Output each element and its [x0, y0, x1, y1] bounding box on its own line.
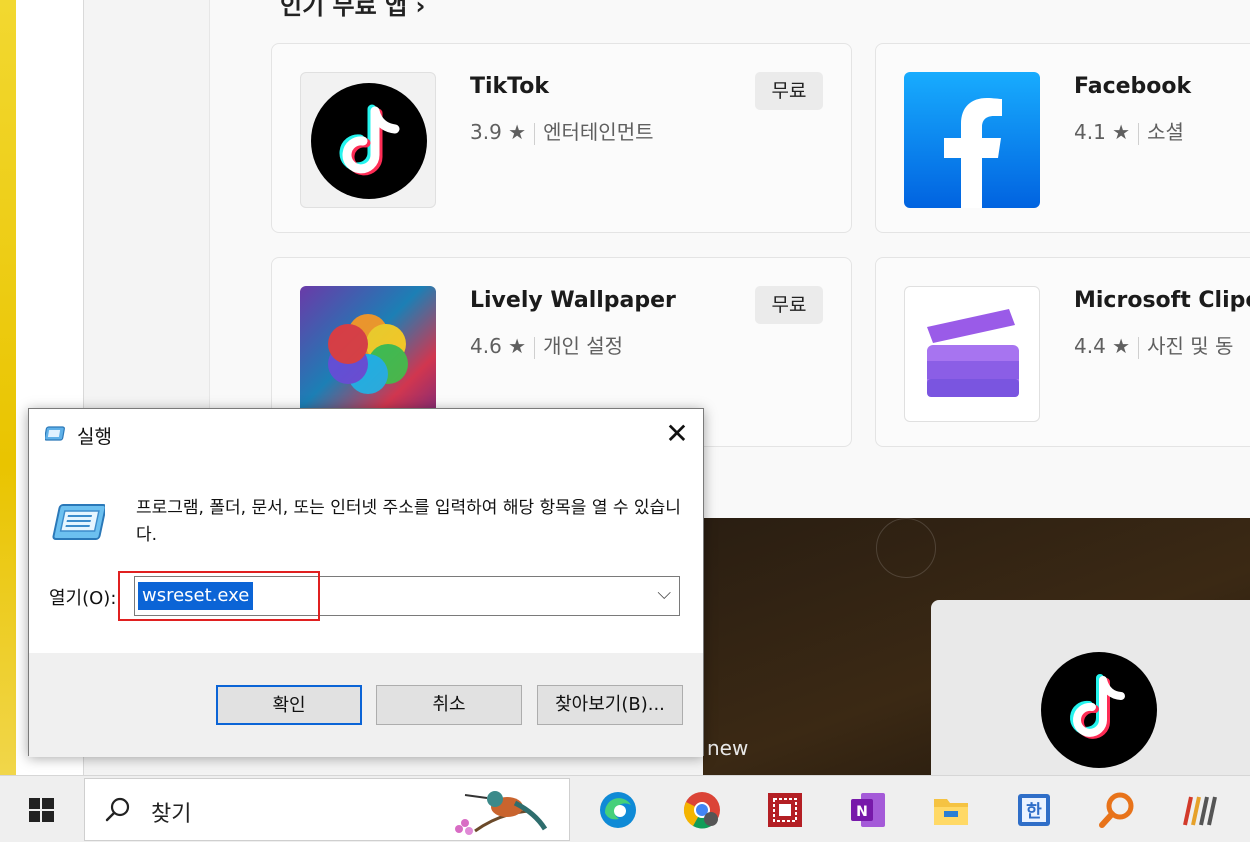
run-icon — [45, 426, 65, 441]
app-name: Microsoft Clipch — [1074, 288, 1250, 313]
search-placeholder: 찾기 — [151, 802, 192, 827]
dialog-titlebar[interactable]: 실행 ✕ — [29, 409, 703, 461]
app-meta: 4.6 ★ 개인 설정 — [470, 330, 623, 359]
tiktok-icon — [300, 72, 436, 208]
browse-button[interactable]: 찾아보기(B)... — [537, 685, 683, 725]
section-title[interactable]: 인기 무료 앱 › — [280, 0, 425, 21]
app-meta: 4.1 ★ 소셜 — [1074, 116, 1184, 145]
app-card-facebook[interactable]: Facebook 4.1 ★ 소셜 — [875, 43, 1250, 233]
open-label: 열기(O): — [49, 588, 117, 609]
run-dialog: 실행 ✕ 프로그램, 폴더, 문서, 또는 인터넷 주소를 입력하여 해당 항목… — [28, 408, 704, 757]
windows-logo-icon — [29, 798, 54, 822]
dialog-title: 실행 — [77, 426, 112, 448]
price-badge[interactable]: 무료 — [755, 72, 823, 110]
promo-text: new — [707, 736, 749, 760]
chevron-down-icon[interactable]: ⌵ — [657, 583, 671, 604]
separator — [1138, 122, 1140, 145]
lively-wallpaper-icon — [300, 286, 436, 422]
app-category: 개인 설정 — [543, 334, 624, 358]
ok-button[interactable]: 확인 — [216, 685, 362, 725]
search-box[interactable]: 찾기 — [84, 778, 570, 841]
svg-text:한: 한 — [1026, 802, 1042, 822]
app-card-clipchamp[interactable]: Microsoft Clipch 4.4 ★ 사진 및 동 — [875, 257, 1250, 447]
close-button[interactable]: ✕ — [651, 409, 703, 461]
app-stripes-icon[interactable] — [1179, 789, 1221, 831]
app-rating: 4.6 ★ — [470, 334, 527, 358]
app-rating: 4.4 ★ — [1074, 334, 1131, 358]
promo-banner[interactable]: new — [703, 518, 1250, 775]
tiktok-icon — [1041, 652, 1157, 768]
search-icon — [105, 797, 130, 822]
bird-illustration-icon — [455, 791, 548, 835]
clipchamp-icon — [904, 286, 1040, 422]
app-name: TikTok — [470, 74, 550, 99]
annotation-highlight-box — [118, 571, 320, 621]
app-rating: 3.9 ★ — [470, 120, 527, 144]
decorative-circle — [876, 518, 936, 578]
app-meta: 3.9 ★ 엔터테인먼트 — [470, 116, 654, 145]
dialog-description: 프로그램, 폴더, 문서, 또는 인터넷 주소를 입력하여 해당 항목을 열 수… — [136, 498, 681, 545]
start-button[interactable] — [0, 776, 84, 842]
search-tool-icon[interactable] — [1096, 789, 1138, 831]
app-category: 엔터테인먼트 — [543, 120, 654, 144]
separator — [1138, 336, 1140, 359]
cancel-button[interactable]: 취소 — [376, 685, 522, 725]
app-red-icon[interactable] — [764, 789, 806, 831]
app-card-tiktok[interactable]: TikTok 3.9 ★ 엔터테인먼트 무료 — [271, 43, 852, 233]
chrome-icon[interactable] — [681, 789, 723, 831]
edge-icon[interactable] — [597, 789, 639, 831]
taskbar: 찾기 N 한 — [0, 775, 1250, 842]
run-icon — [52, 504, 105, 540]
separator — [534, 336, 536, 359]
app-category: 소셜 — [1147, 120, 1184, 144]
app-meta: 4.4 ★ 사진 및 동 — [1074, 330, 1233, 359]
facebook-icon — [904, 72, 1040, 208]
svg-text:N: N — [856, 804, 868, 820]
onenote-icon[interactable]: N — [847, 789, 889, 831]
app-name: Lively Wallpaper — [470, 288, 676, 313]
desktop-background — [0, 0, 16, 775]
separator — [534, 122, 536, 145]
promo-panel — [931, 600, 1250, 775]
app-name: Facebook — [1074, 74, 1192, 99]
app-category: 사진 및 동 — [1147, 334, 1234, 358]
price-badge[interactable]: 무료 — [755, 286, 823, 324]
hangul-icon[interactable]: 한 — [1013, 789, 1055, 831]
file-explorer-icon[interactable] — [930, 789, 972, 831]
app-rating: 4.1 ★ — [1074, 120, 1131, 144]
